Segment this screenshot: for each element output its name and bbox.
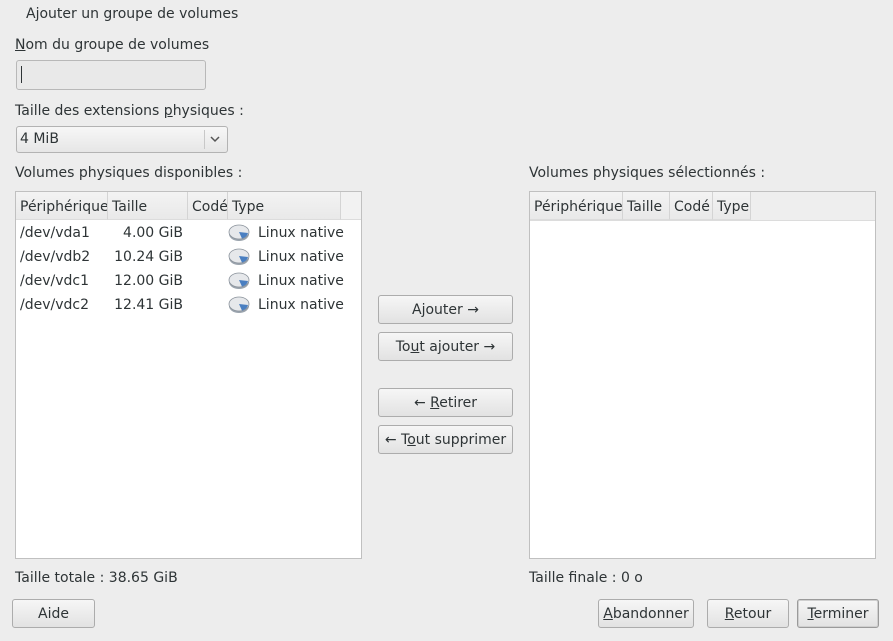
final-size: Taille finale : 0 o xyxy=(529,569,643,587)
row-type: Linux native xyxy=(258,297,344,313)
column-header-size[interactable]: Taille xyxy=(108,192,188,220)
header-filler xyxy=(341,192,361,220)
row-device: /dev/vda1 xyxy=(20,225,90,241)
chevron-down-icon xyxy=(210,136,220,143)
total-size: Taille totale : 38.65 GiB xyxy=(15,569,178,587)
hard-disk-icon xyxy=(228,269,252,293)
row-device: /dev/vdb2 xyxy=(20,249,91,265)
selected-volumes-title: Volumes physiques sélectionnés : xyxy=(529,165,766,181)
extent-size-label: Taille des extensions physiques : xyxy=(15,103,244,119)
dialog-title: Ajouter un groupe de volumes xyxy=(26,6,239,22)
total-size-label: Taille totale : xyxy=(15,570,105,586)
row-device: /dev/vdc2 xyxy=(20,297,89,313)
hard-disk-icon xyxy=(228,221,252,245)
hard-disk-icon xyxy=(228,293,252,317)
column-header-type[interactable]: Type xyxy=(228,192,341,220)
finish-button[interactable]: Terminer xyxy=(797,599,879,628)
column-header-device[interactable]: Périphérique xyxy=(16,192,108,220)
vg-name-label: Nom du groupe de volumes xyxy=(15,37,210,53)
final-size-label: Taille finale : xyxy=(529,570,617,586)
add-button[interactable]: Ajouter → xyxy=(378,295,513,324)
row-type: Linux native xyxy=(258,273,344,289)
selected-volumes-table[interactable]: Périphérique Taille Codé Type xyxy=(529,191,876,559)
table-row[interactable]: /dev/vda1 4.00 GiB Linux native xyxy=(16,221,361,245)
back-button[interactable]: Retour xyxy=(707,599,789,628)
column-header-size[interactable]: Taille xyxy=(623,192,670,220)
hard-disk-icon xyxy=(228,245,252,269)
row-type: Linux native xyxy=(258,225,344,241)
table-row[interactable]: /dev/vdc2 12.41 GiB Linux native xyxy=(16,293,361,317)
row-device: /dev/vdc1 xyxy=(20,273,89,289)
help-button[interactable]: Aide xyxy=(12,599,95,628)
row-size: 12.00 GiB xyxy=(114,273,183,289)
total-size-value: 38.65 GiB xyxy=(108,570,178,586)
add-all-button[interactable]: Tout ajouter → xyxy=(378,332,513,361)
row-size: 10.24 GiB xyxy=(114,249,183,265)
available-volumes-table[interactable]: Périphérique Taille Codé Type /dev/vda1 … xyxy=(15,191,362,559)
row-size: 4.00 GiB xyxy=(123,225,183,241)
column-header-type[interactable]: Type xyxy=(713,192,751,220)
vg-name-input[interactable] xyxy=(16,60,206,90)
row-size: 12.41 GiB xyxy=(114,297,183,313)
column-header-encrypted[interactable]: Codé xyxy=(188,192,228,220)
table-header: Périphérique Taille Codé Type xyxy=(530,192,751,220)
final-size-value: 0 o xyxy=(620,570,643,586)
dropdown-separator xyxy=(204,130,205,149)
remove-all-button[interactable]: ← Tout supprimer xyxy=(378,425,513,454)
extent-size-value: 4 MiB xyxy=(20,131,59,147)
column-header-encrypted[interactable]: Codé xyxy=(670,192,713,220)
available-volumes-title: Volumes physiques disponibles : xyxy=(15,165,243,181)
table-header: Périphérique Taille Codé Type xyxy=(16,192,361,220)
table-row[interactable]: /dev/vdb2 10.24 GiB Linux native xyxy=(16,245,361,269)
row-type: Linux native xyxy=(258,249,344,265)
column-header-device[interactable]: Périphérique xyxy=(530,192,623,220)
remove-button[interactable]: ← Retirer xyxy=(378,388,513,417)
extent-size-dropdown[interactable]: 4 MiB xyxy=(16,126,228,153)
text-caret xyxy=(21,66,22,83)
table-row[interactable]: /dev/vdc1 12.00 GiB Linux native xyxy=(16,269,361,293)
abort-button[interactable]: Abandonner xyxy=(598,599,694,628)
